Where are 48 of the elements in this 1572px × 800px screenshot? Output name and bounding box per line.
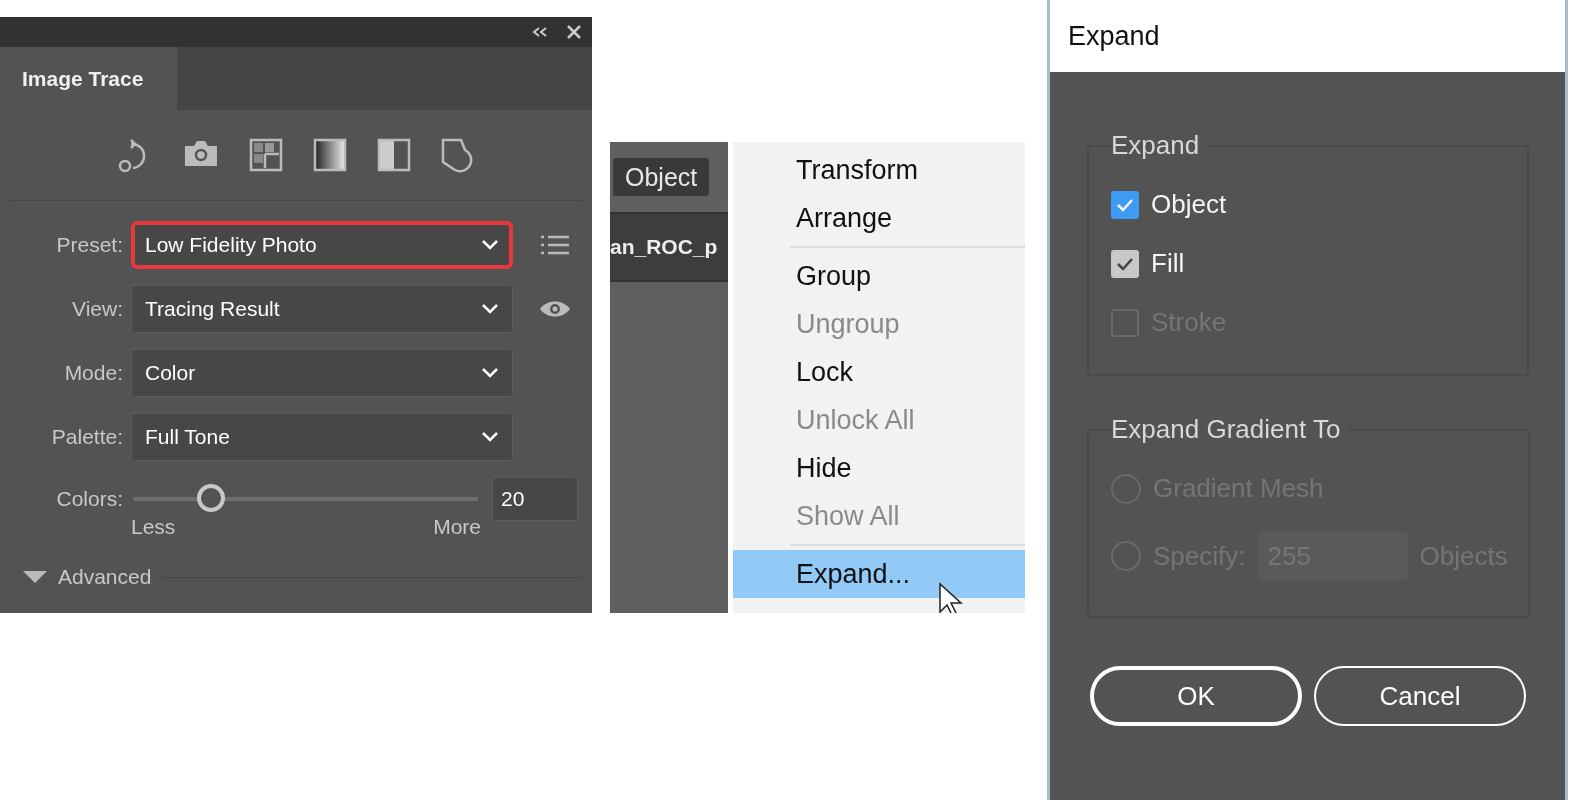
field-label: Colors: [55,487,123,511]
checkmark-icon [1116,197,1134,212]
menu-item[interactable]: Arrange [733,194,1025,242]
checkmark-icon [1116,256,1134,271]
double-chevron-left-icon [532,26,548,38]
group-label: Expand [1111,130,1201,161]
close-icon [566,24,582,40]
close-button[interactable] [566,24,582,40]
checkbox[interactable] [1111,190,1139,219]
panel-tab[interactable]: Image Trace [0,47,177,110]
dropdown[interactable]: Tracing Result [131,285,513,333]
collapse-button[interactable] [532,26,548,38]
slider-min-label: Less [131,515,176,539]
half-square-icon[interactable] [377,138,411,172]
menu-item[interactable]: Lock [733,348,1025,396]
checkbox[interactable] [1111,249,1139,278]
chevron-down-icon [481,431,499,443]
number-field[interactable]: 20 [492,477,578,521]
checkbox-label: Fill [1151,248,1185,279]
menu-item[interactable]: Group [733,252,1025,300]
slider-thumb[interactable] [196,484,225,512]
dropdown[interactable]: Low Fidelity Photo [131,221,513,269]
group-label: Expand Gradient To [1111,414,1342,445]
dropdown[interactable]: Color [131,349,513,397]
chevron-down-icon [481,239,499,251]
chevron-down-icon [481,367,499,379]
field-label: View: [71,297,123,321]
menu-item[interactable]: Hide [733,444,1025,492]
slider-max-label: More [433,515,481,539]
checkbox-label: Object [1151,189,1227,220]
menu-title[interactable]: Object [613,158,710,196]
chevron-down-icon [481,303,499,315]
dialog-title: Expand [1050,0,1565,72]
list-icon [540,235,570,255]
field-label: Palette: [50,425,123,449]
grid-squares-icon[interactable] [249,138,283,172]
gradient-square-icon[interactable] [313,138,347,172]
cancel-button[interactable]: Cancel [1314,666,1526,726]
field-label: Mode: [63,361,123,385]
document-tab[interactable]: an_ROC_p [610,212,728,282]
ok-button[interactable]: OK [1090,666,1302,726]
eye-icon [539,299,571,319]
field-label: Preset: [55,233,123,257]
advanced-toggle[interactable]: Advanced [22,565,152,589]
menu-item[interactable]: Transform [733,146,1025,194]
mouse-pointer-icon [938,582,966,613]
camera-icon[interactable] [183,138,219,168]
dropdown[interactable]: Full Tone [131,413,513,461]
